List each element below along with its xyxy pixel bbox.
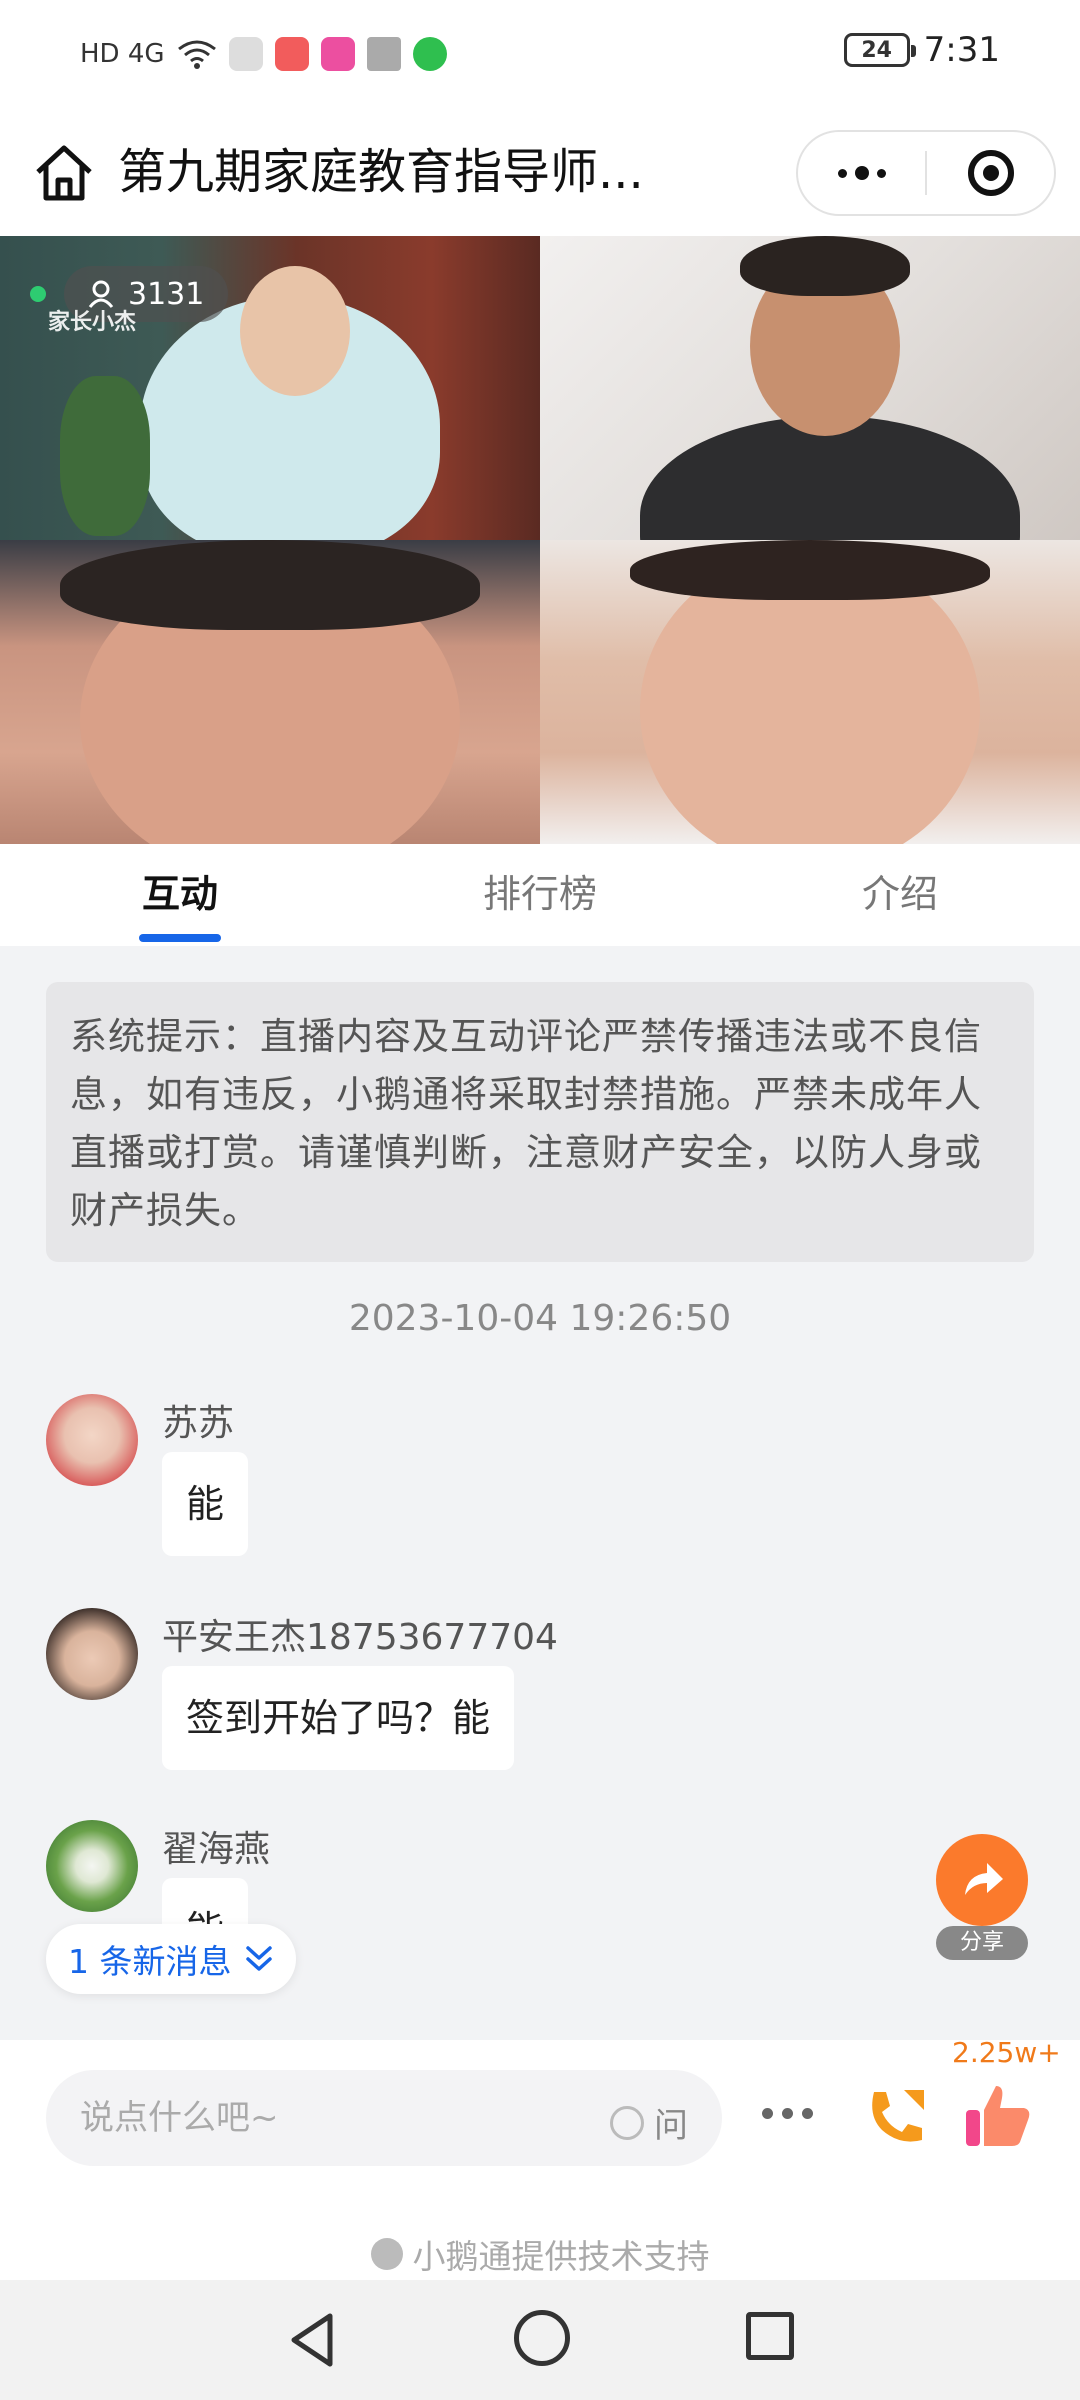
chat-message: 平安王杰18753677704 签到开始了吗？能	[46, 1608, 746, 1778]
ask-question-toggle[interactable]: 问	[610, 2098, 688, 2147]
new-messages-label: 1 条新消息	[68, 1942, 232, 1981]
video-tile-guest-3[interactable]	[540, 540, 1080, 844]
clock: 7:31	[923, 30, 1000, 70]
powered-by: 小鹅通提供技术支持	[0, 2230, 1080, 2278]
system-notice: 系统提示：直播内容及互动评论严禁传播违法或不良信息，如有违反，小鹅通将采取封禁措…	[46, 982, 1034, 1262]
message-sender: 翟海燕	[162, 1829, 271, 1870]
viewer-count: 3131	[128, 276, 205, 312]
powered-by-label: 小鹅通提供技术支持	[412, 2237, 710, 2276]
phone-call-icon[interactable]	[860, 2082, 932, 2154]
more-options-button[interactable]	[762, 2108, 813, 2119]
system-navigation-bar	[0, 2280, 1080, 2400]
comment-input-box: 问	[46, 2070, 722, 2166]
video-tile-guest-1[interactable]	[540, 236, 1080, 540]
home-circle-icon[interactable]	[514, 2310, 570, 2366]
tab-leaderboard[interactable]: 排行榜	[360, 844, 720, 946]
share-label: 分享	[936, 1926, 1028, 1960]
signal-icons: HD 4G	[80, 39, 165, 69]
more-menu-button[interactable]	[798, 132, 925, 214]
chat-timestamp: 2023-10-04 19:26:50	[348, 1298, 732, 1339]
app-notification-icon	[412, 37, 447, 71]
back-triangle-icon[interactable]	[284, 2310, 344, 2370]
battery-indicator: 24	[843, 33, 916, 67]
app-notification-icon	[274, 37, 309, 71]
live-indicator-icon	[30, 286, 46, 302]
message-bubble: 能	[162, 1452, 249, 1556]
like-count: 2.25w+	[952, 2036, 1061, 2069]
message-sender: 苏苏	[162, 1403, 235, 1444]
avatar[interactable]	[46, 1820, 138, 1912]
avatar[interactable]	[46, 1608, 138, 1700]
bottom-bar: 问 2.25w+ 小鹅通提供技术支持	[0, 2036, 1080, 2280]
title-bar: 第九期家庭教育指导师...	[0, 108, 1080, 236]
message-bubble: 签到开始了吗？能	[162, 1666, 515, 1770]
share-arrow-icon	[965, 1863, 1003, 1895]
target-icon	[967, 150, 1014, 196]
page-title: 第九期家庭教育指导师...	[118, 144, 644, 200]
xiaoe-logo-icon	[370, 2238, 403, 2270]
message-sender: 平安王杰18753677704	[162, 1617, 558, 1658]
status-bar: HD 4G 24 7:31	[0, 0, 1080, 108]
recent-apps-icon[interactable]	[746, 2312, 794, 2360]
home-icon[interactable]	[30, 138, 98, 206]
chat-message: 苏苏 能	[46, 1394, 746, 1564]
more-dots-icon	[837, 166, 886, 180]
tab-introduction[interactable]: 介绍	[720, 844, 1080, 946]
tab-interaction[interactable]: 互动	[0, 844, 360, 946]
video-tile-host[interactable]: 3131 家长小杰	[0, 236, 540, 540]
share-button[interactable]	[936, 1834, 1028, 1926]
live-video-grid[interactable]: 3131 家长小杰	[0, 236, 1080, 844]
chat-message: 翟海燕 能	[46, 1820, 746, 1924]
chat-notification-icon	[228, 37, 263, 71]
translate-notification-icon	[366, 37, 401, 71]
status-icons: HD 4G	[80, 32, 447, 76]
ask-label: 问	[654, 2106, 688, 2146]
double-chevron-down-icon	[245, 1946, 272, 1971]
video-tile-guest-2[interactable]	[0, 540, 540, 844]
thumbs-up-icon[interactable]	[962, 2080, 1034, 2152]
app-notification-icon	[320, 37, 355, 71]
comment-input[interactable]	[80, 2070, 580, 2166]
tab-bar: 互动 排行榜 介绍	[0, 844, 1080, 946]
radio-circle-icon	[610, 2105, 644, 2140]
host-watermark: 家长小杰	[48, 310, 137, 335]
close-mini-program-button[interactable]	[927, 132, 1054, 214]
mini-program-capsule	[796, 130, 1056, 216]
wifi-icon	[177, 40, 216, 69]
new-messages-button[interactable]: 1 条新消息	[46, 1924, 296, 1994]
avatar[interactable]	[46, 1394, 138, 1486]
message-bubble: 能	[162, 1878, 249, 1924]
